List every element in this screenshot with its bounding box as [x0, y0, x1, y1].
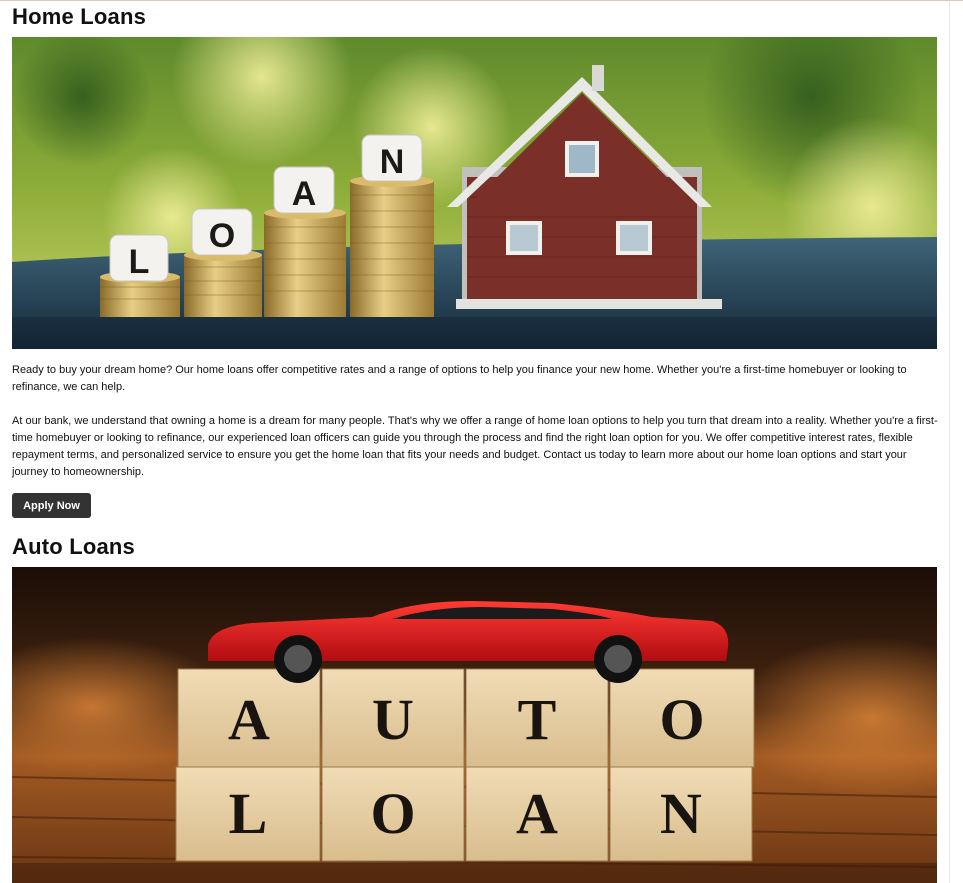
die-letter-2: O: [209, 217, 235, 255]
block-letter-5: L: [229, 781, 268, 846]
block-letter-4: O: [659, 687, 704, 752]
coin-stack-4: [350, 175, 434, 317]
home-loans-details: At our bank, we understand that owning a…: [12, 415, 938, 478]
auto-loans-heading: Auto Loans: [12, 534, 135, 559]
die-letter-1: L: [129, 243, 150, 281]
die-letter-4: N: [380, 143, 405, 181]
block-letter-6: O: [370, 781, 415, 846]
home-loans-heading: Home Loans: [12, 4, 147, 29]
page-right-border: [949, 1, 950, 883]
apply-now-button[interactable]: Apply Now: [12, 493, 91, 518]
coin-stack-3: [264, 207, 346, 317]
block-letter-8: N: [660, 781, 702, 846]
block-letter-7: A: [516, 781, 558, 846]
block-letter-1: A: [228, 687, 270, 752]
block-letter-2: U: [372, 687, 414, 752]
block-letter-3: T: [518, 687, 557, 752]
home-loan-image: L O A N: [12, 37, 937, 349]
auto-loan-image: A U T O L O A N: [12, 567, 937, 883]
home-loans-intro: Ready to buy your dream home? Our home l…: [12, 364, 907, 393]
coin-stack-2: [184, 249, 262, 317]
die-letter-3: A: [292, 175, 317, 213]
